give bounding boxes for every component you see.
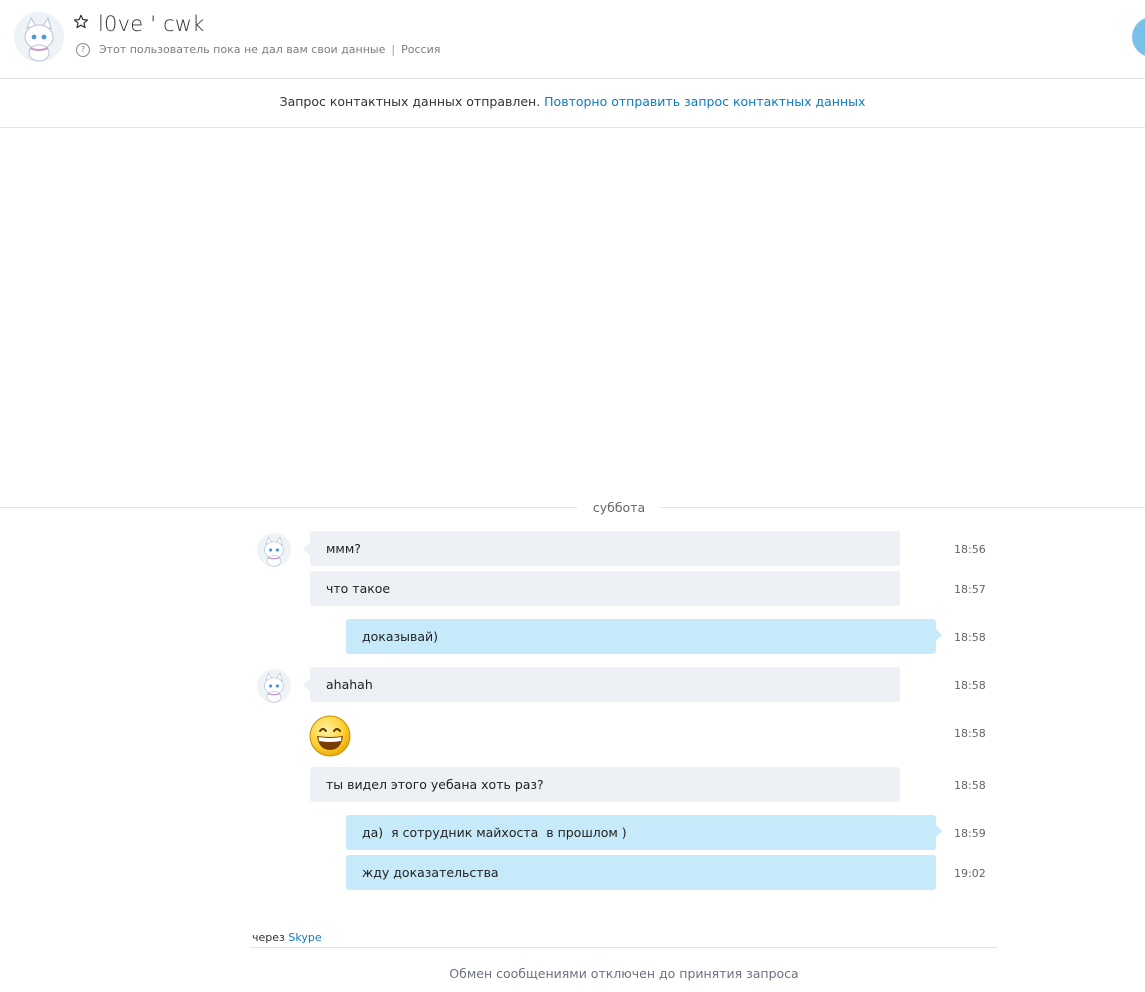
message-time: 18:58 (954, 727, 986, 740)
message-time: 18:56 (954, 543, 986, 556)
day-divider (0, 507, 1145, 508)
day-label: суббота (577, 500, 661, 515)
contact-avatar[interactable] (14, 12, 64, 62)
contact-location: Россия (401, 43, 441, 56)
contact-name[interactable]: l0ve ' cwk (98, 12, 205, 36)
call-button[interactable] (1132, 17, 1145, 57)
message-time: 18:58 (954, 679, 986, 692)
status-text: Этот пользователь пока не дал вам свои д… (99, 43, 386, 56)
sender-avatar[interactable] (257, 533, 291, 567)
resend-request-link[interactable]: Повторно отправить запрос контактных дан… (544, 94, 865, 109)
message-bubble-incoming[interactable]: ммм? (303, 531, 900, 566)
grinning-face-icon[interactable] (309, 715, 351, 757)
message-bubble-incoming[interactable]: ты видел этого уебана хоть раз? (310, 767, 900, 802)
message-time: 18:59 (954, 827, 986, 840)
message-time: 18:58 (954, 631, 986, 644)
conversation-header: l0ve ' cwk ? Этот пользователь пока не д… (0, 0, 1145, 79)
via-skype-label: через Skype (252, 931, 322, 944)
notice-text: Запрос контактных данных отправлен. (279, 94, 541, 109)
message-time: 18:58 (954, 779, 986, 792)
message-time: 19:02 (954, 867, 986, 880)
message-bubble-incoming[interactable]: что такое (310, 571, 900, 606)
message-bubble-incoming[interactable]: ahahah (303, 667, 900, 702)
skype-link[interactable]: Skype (288, 931, 321, 944)
message-bubble-outgoing[interactable]: жду доказательства (346, 855, 936, 890)
help-icon[interactable]: ? (76, 43, 90, 57)
message-bubble-outgoing[interactable]: да) я сотрудник майхоста в прошлом ) (346, 815, 942, 850)
contact-status: Этот пользователь пока не дал вам свои д… (99, 43, 440, 56)
messaging-disabled-notice: Обмен сообщениями отключен до принятия з… (449, 966, 799, 981)
message-time: 18:57 (954, 583, 986, 596)
contact-request-notice: Запрос контактных данных отправлен. Повт… (0, 79, 1145, 128)
sender-avatar[interactable] (257, 669, 291, 703)
status-separator: | (391, 43, 396, 56)
message-bubble-outgoing[interactable]: доказывай) (346, 619, 942, 654)
footer-divider (250, 947, 997, 948)
favorite-star-icon[interactable] (73, 14, 89, 30)
via-prefix: через (252, 931, 285, 944)
